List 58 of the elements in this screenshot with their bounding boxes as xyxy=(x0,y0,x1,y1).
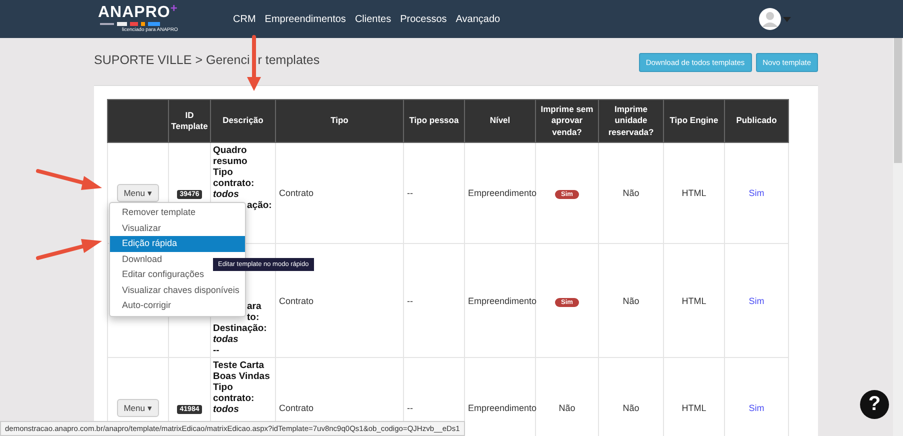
description-text: Destinação: xyxy=(213,323,268,334)
table-cell: Empreendimento xyxy=(464,244,536,358)
annotation-arrow xyxy=(36,237,102,261)
description-text: todos xyxy=(213,404,240,415)
description-text: ação: xyxy=(246,200,273,211)
column-header: Imprime sem aprovar venda? xyxy=(536,100,598,142)
menu-button[interactable]: Menu ▾ xyxy=(116,184,160,202)
description-text: todas xyxy=(213,334,240,345)
description-text: Teste Carta Boas Vindas xyxy=(213,360,271,382)
table-cell: Não xyxy=(598,244,664,358)
column-header: Tipo Engine xyxy=(664,100,724,142)
logo[interactable]: ANAPRO xyxy=(98,5,170,21)
menu-item[interactable]: Auto-corrigir xyxy=(110,298,245,314)
nav-link[interactable]: Clientes xyxy=(354,14,392,24)
avatar-icon[interactable] xyxy=(759,8,781,30)
description-text: Quadro resumo xyxy=(213,145,248,167)
description-text: Tipo contrato: xyxy=(213,382,256,404)
published-link[interactable]: Sim xyxy=(748,403,764,413)
published-link[interactable]: Sim xyxy=(748,188,764,198)
help-button[interactable]: ? xyxy=(860,390,889,419)
column-header: Descrição xyxy=(210,100,276,142)
column-header: Imprime unidade reservada? xyxy=(598,100,664,142)
breadcrumb: r templates xyxy=(258,53,320,67)
description-text: Tipo contrato: xyxy=(213,167,256,189)
breadcrumb: SUPORTE VILLE > Gerenci xyxy=(94,53,250,67)
description-text: -- xyxy=(213,345,220,356)
description-text: ara xyxy=(246,301,262,312)
nav-link[interactable]: Processos xyxy=(400,14,447,24)
column-header: Publicado xyxy=(724,100,788,142)
column-header: Tipo pessoa xyxy=(404,100,464,142)
table-cell: -- xyxy=(404,142,464,244)
table-cell: Contrato xyxy=(276,142,404,244)
menu-item[interactable]: Visualizar xyxy=(110,220,245,236)
description-text: to: xyxy=(246,312,260,323)
logo-plus: + xyxy=(170,2,178,14)
table-cell: -- xyxy=(404,244,464,358)
caret-icon[interactable] xyxy=(783,16,791,22)
header-cell xyxy=(108,100,168,142)
column-header: Tipo xyxy=(276,100,404,142)
column-header: ID Template xyxy=(168,100,210,142)
partner-logos-drawing xyxy=(100,22,160,26)
cell-text: Não xyxy=(558,403,576,413)
menu-item[interactable]: Visualizar chaves disponíveis xyxy=(110,282,245,298)
nav-link[interactable]: CRM xyxy=(233,14,256,24)
nav-link[interactable]: Empreendimentos xyxy=(264,14,346,24)
column-header: Nível xyxy=(464,100,536,142)
menu-item[interactable]: Edição rápida xyxy=(110,236,245,252)
scrollbar[interactable] xyxy=(893,38,903,436)
menu-button[interactable]: Menu ▾ xyxy=(116,399,160,417)
menu-item[interactable]: Remover template xyxy=(110,205,245,220)
table-cell: HTML xyxy=(664,244,724,358)
table-cell: HTML xyxy=(664,142,724,244)
published-link[interactable]: Sim xyxy=(748,296,764,306)
description-text: todos xyxy=(213,189,240,200)
annotation-arrow xyxy=(36,168,102,192)
table-cell: Não xyxy=(598,142,664,244)
table-cell: Empreendimento xyxy=(464,142,536,244)
nav-link[interactable]: Avançado xyxy=(456,14,500,24)
